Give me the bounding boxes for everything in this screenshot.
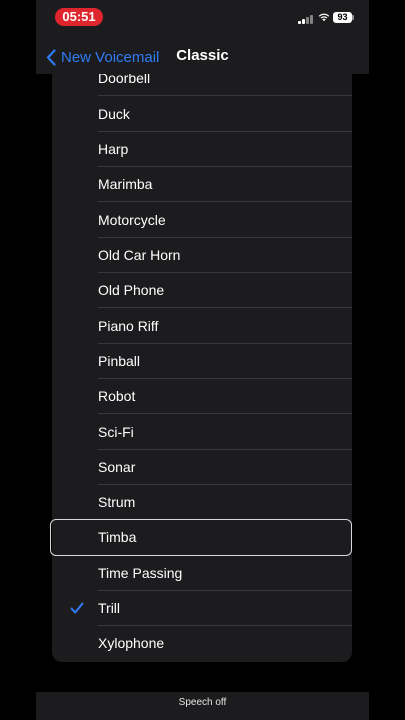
wifi-icon: [318, 13, 330, 22]
status-time: 05:51: [55, 8, 103, 26]
battery-tip: [352, 15, 354, 20]
tone-row[interactable]: Sci-Fi: [52, 415, 352, 450]
tone-row-label: Trill: [98, 600, 121, 616]
tone-row-label: Robot: [98, 388, 136, 404]
tone-row[interactable]: Timba: [50, 519, 352, 556]
voiceover-caption-bar: Speech off: [36, 692, 369, 720]
row-separator: [98, 413, 352, 414]
tone-row[interactable]: Robot: [52, 379, 352, 414]
speech-status-caption: Speech off: [178, 697, 227, 708]
navigation-header: 05:51 93 New Voicemail Classic: [36, 0, 369, 74]
cellular-signal-icon: [298, 14, 314, 24]
tone-row[interactable]: Strum: [52, 485, 352, 520]
tone-row-label: Timba: [98, 529, 137, 545]
tone-row[interactable]: Xylophone: [52, 626, 352, 661]
tone-row-label: Harp: [98, 141, 129, 157]
tone-row[interactable]: Time Passing: [52, 556, 352, 591]
tone-row[interactable]: Old Phone: [52, 273, 352, 308]
tone-row-label: Piano Riff: [98, 318, 159, 334]
tone-row-label: Sonar: [98, 459, 136, 475]
tone-row-label: Xylophone: [98, 635, 165, 651]
tone-row[interactable]: Trill: [52, 591, 352, 626]
tone-row[interactable]: Old Car Horn: [52, 238, 352, 273]
tone-row-label: Pinball: [98, 353, 141, 369]
tone-row[interactable]: Duck: [52, 97, 352, 132]
tone-row-label: Sci-Fi: [98, 424, 134, 440]
tone-row[interactable]: Sonar: [52, 450, 352, 485]
checkmark-icon: [70, 602, 84, 614]
tone-row-label: Marimba: [98, 176, 153, 192]
tone-row-label: Motorcycle: [98, 212, 166, 228]
row-separator: [98, 201, 352, 202]
tone-list: Doorbell Duck Harp Marimba Motorcycle Old Car…: [50, 70, 352, 662]
tone-row[interactable]: Marimba: [52, 167, 352, 202]
tone-row-label: Old Phone: [98, 282, 165, 298]
tone-row-label: Strum: [98, 494, 136, 510]
row-separator: [98, 307, 352, 308]
tone-row[interactable]: Motorcycle: [52, 203, 352, 238]
row-separator: [98, 95, 352, 96]
status-bar: 05:51 93: [36, 0, 369, 36]
tone-row[interactable]: Pinball: [52, 344, 352, 379]
phone-screen: 05:51 93 New Voicemail Classic Doorbell D…: [36, 0, 369, 720]
tone-row-label: Time Passing: [98, 565, 183, 581]
tone-row-label: Duck: [98, 106, 130, 122]
tone-row[interactable]: Piano Riff: [52, 309, 352, 344]
tone-row[interactable]: Harp: [52, 132, 352, 167]
battery-level: 93: [333, 12, 352, 23]
page-title: Classic: [176, 47, 229, 64]
tone-row-label: Old Car Horn: [98, 247, 181, 263]
